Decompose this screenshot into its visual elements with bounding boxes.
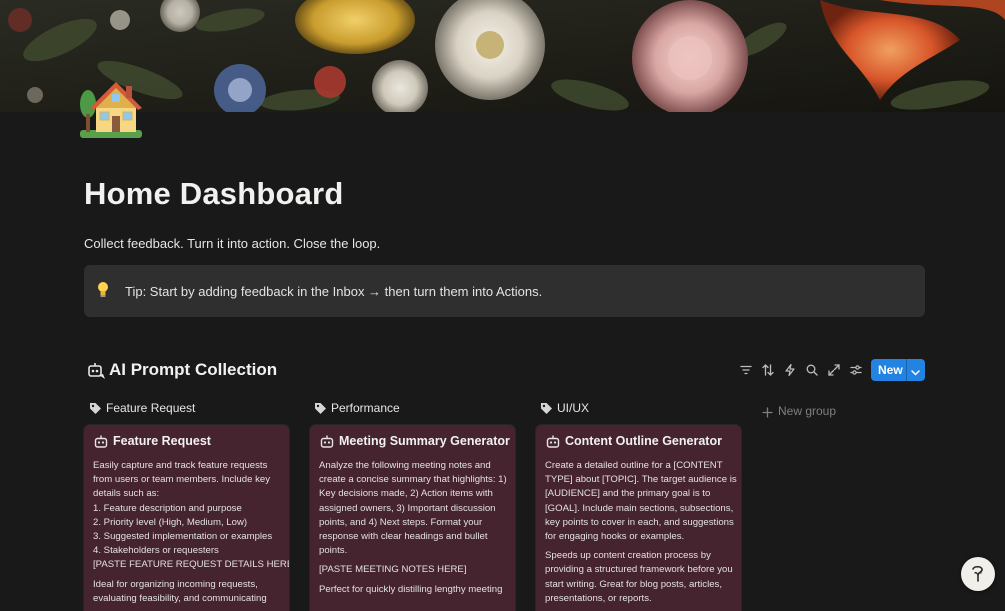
card-line: points, and 4) Next steps. Format your [319, 516, 483, 528]
database-title[interactable]: AI Prompt Collection [109, 360, 277, 380]
card-line: [PASTE MEETING NOTES HERE] [319, 564, 467, 576]
search-icon[interactable] [802, 359, 822, 381]
card-line: Easily capture and track feature request… [93, 460, 268, 471]
group-name: UI/UX [557, 401, 590, 415]
tag-icon [540, 402, 553, 415]
card-line: start writing. Great for blog posts, art… [545, 578, 723, 590]
card-body: Analyze the following meeting notes and … [319, 459, 511, 602]
chevron-down-icon[interactable] [910, 365, 921, 376]
card-line: Create a detailed outline for a [CONTENT [545, 460, 723, 471]
robot-icon [320, 435, 334, 448]
new-button[interactable]: New [871, 359, 925, 381]
card-line: 2. Priority level (High, Medium, Low) [93, 516, 248, 528]
help-button[interactable] [961, 557, 995, 591]
new-button-divider [906, 359, 907, 381]
plus-icon [762, 405, 773, 418]
card-line: response with clear headings and bullet [319, 531, 488, 543]
card-line: 4. Stakeholders or requesters [93, 545, 219, 557]
card-feature-request[interactable]: Feature Request Easily capture and track… [84, 425, 289, 611]
card-line: Key decisions made, 2) Action items with [319, 488, 493, 500]
card-title: Content Outline Generator [565, 434, 722, 448]
card-line: create a concise summary that highlights… [319, 474, 507, 486]
card-line: points. [319, 545, 348, 557]
card-body: Create a detailed outline for a [CONTENT… [545, 459, 737, 611]
tag-icon [314, 402, 327, 415]
card-content-outline-generator[interactable]: Content Outline Generator Create a detai… [536, 425, 741, 611]
settings-icon[interactable] [846, 359, 866, 381]
card-meeting-summary-generator[interactable]: Meeting Summary Generator Analyze the fo… [310, 425, 515, 611]
robot-icon [94, 435, 108, 448]
callout-text: Tip: Start by adding feedback in the Inb… [125, 284, 543, 299]
page-subtitle[interactable]: Collect feedback. Turn it into action. C… [84, 236, 380, 251]
house-icon[interactable] [78, 78, 144, 142]
card-line: [GOAL]. Include main sections, subsectio… [545, 502, 734, 514]
card-title: Feature Request [113, 434, 211, 448]
card-line: [PASTE FEATURE REQUEST DETAILS HERE] [93, 559, 289, 571]
expand-icon[interactable] [824, 359, 844, 381]
tip-callout[interactable]: Tip: Start by adding feedback in the Inb… [84, 265, 925, 317]
card-line: [AUDIENCE] and the primary goal is to [545, 488, 711, 500]
group-name: Performance [331, 401, 400, 415]
card-title: Meeting Summary Generator [339, 434, 510, 448]
card-line: providing a structured framework before … [545, 564, 733, 576]
card-line: from users or team members. Include key [93, 474, 271, 486]
cover-image[interactable] [0, 0, 1005, 112]
card-line: Ideal for organizing incoming requests, [93, 578, 258, 590]
card-line: Analyze the following meeting notes and [319, 460, 491, 471]
sort-icon[interactable] [758, 359, 778, 381]
card-line: Perfect for quickly distilling lengthy m… [319, 583, 503, 595]
page-title[interactable]: Home Dashboard [84, 176, 343, 212]
card-line: TYPE] about [TOPIC]. The target audience… [545, 474, 737, 486]
card-line: presentations, or reports. [545, 592, 652, 604]
robot-prompt-icon [87, 362, 107, 380]
card-body: Easily capture and track feature request… [93, 459, 289, 611]
card-line: Speeds up content creation process by [545, 550, 711, 562]
card-line: for engaging hooks or examples. [545, 531, 685, 543]
card-line: 3. Suggested implementation or examples [93, 531, 273, 543]
robot-icon [546, 435, 560, 448]
page: Home Dashboard Collect feedback. Turn it… [0, 0, 1005, 611]
card-line: assigned owners, 3) Important discussion [319, 502, 496, 514]
card-line: details such as: [93, 488, 160, 500]
card-line: 1. Feature description and purpose [93, 502, 242, 514]
new-group-label: New group [778, 404, 837, 418]
tag-icon [89, 402, 102, 415]
card-line: key points to cover in each, and suggest… [545, 516, 734, 528]
help-icon [972, 565, 983, 582]
new-button-label: New [878, 363, 903, 377]
card-line: evaluating feasibility, and communicatin… [93, 592, 267, 604]
automation-icon[interactable] [780, 359, 800, 381]
filter-icon[interactable] [736, 359, 756, 381]
group-name: Feature Request [106, 401, 196, 415]
light-bulb-icon [96, 281, 110, 299]
floral-cover-artwork [0, 0, 1005, 112]
